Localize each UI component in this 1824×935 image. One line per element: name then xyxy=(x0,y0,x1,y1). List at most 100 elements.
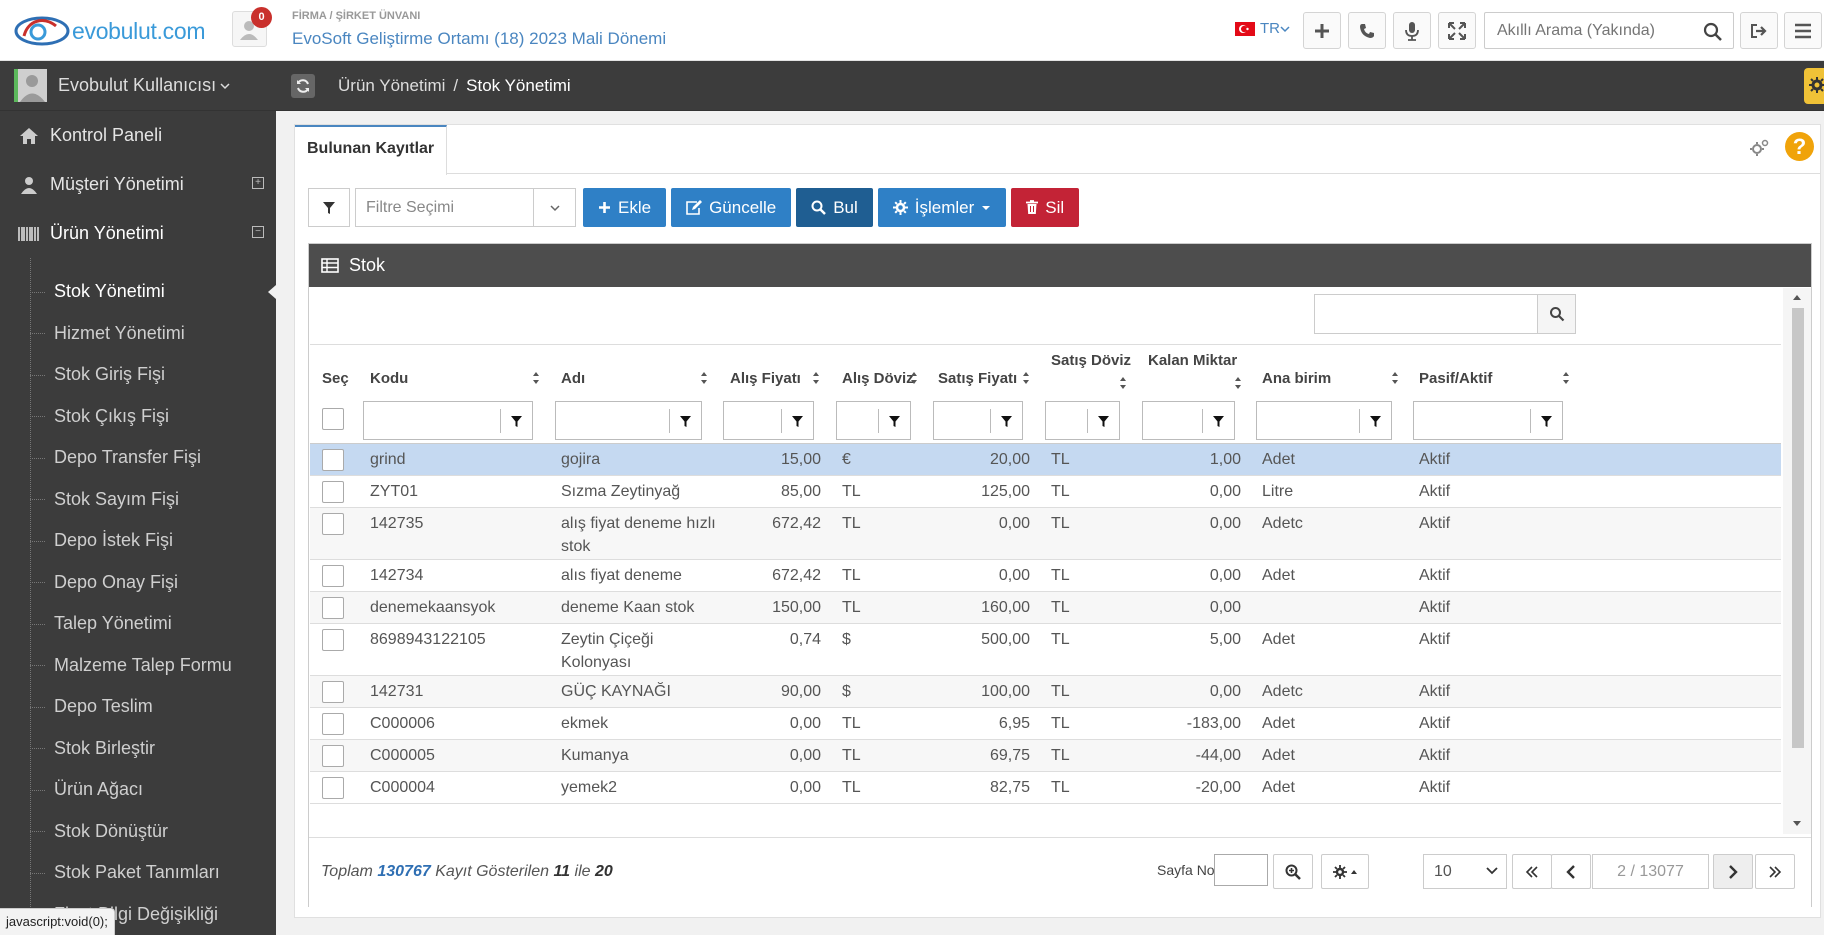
filter-button[interactable] xyxy=(308,188,350,227)
submenu-item-service-management[interactable]: Hizmet Yönetimi xyxy=(0,313,276,355)
refresh-button[interactable] xyxy=(291,74,315,98)
column-header-status[interactable]: Pasif/Aktif xyxy=(1419,370,1492,388)
vertical-scrollbar[interactable] xyxy=(1783,288,1811,834)
settings-tab[interactable] xyxy=(1804,68,1824,104)
submenu-item-stock-convert[interactable]: Stok Dönüştür xyxy=(0,811,276,853)
column-header-sell-currency[interactable]: Satış Döviz xyxy=(1051,352,1131,370)
table-row[interactable]: C000005 Kumanya 0,00 TL 69,75 TL -44,00 … xyxy=(310,740,1781,772)
filter-icon[interactable] xyxy=(878,409,910,433)
previous-page-button[interactable] xyxy=(1551,854,1591,889)
table-row[interactable]: 142735 alış fiyat deneme hızlı stok 672,… xyxy=(310,508,1781,560)
phone-button[interactable] xyxy=(1348,12,1386,49)
tab-found-records[interactable]: Bulunan Kayıtlar xyxy=(295,125,448,175)
column-header-buy-price[interactable]: Alış Fiyatı xyxy=(730,370,801,388)
submenu-item-material-request[interactable]: Malzeme Talep Formu xyxy=(0,645,276,687)
filter-buy-currency-input[interactable] xyxy=(836,401,911,440)
submenu-item-warehouse-request[interactable]: Depo İstek Fişi xyxy=(0,520,276,562)
column-header-sell-price[interactable]: Satış Fiyatı xyxy=(938,370,1017,388)
filter-select[interactable]: Filtre Seçimi xyxy=(355,188,576,227)
grid-search-button[interactable] xyxy=(1537,295,1575,333)
submenu-item-warehouse-transfer[interactable]: Depo Transfer Fişi xyxy=(0,437,276,479)
submenu-item-stock-exit[interactable]: Stok Çıkış Fişi xyxy=(0,396,276,438)
table-row[interactable]: grind gojira 15,00 € 20,00 TL 1,00 Adet … xyxy=(310,444,1781,476)
grid-settings-button[interactable] xyxy=(1321,854,1369,889)
row-checkbox[interactable] xyxy=(322,481,344,503)
table-row[interactable]: ZYT01 Sızma Zeytinyağ 85,00 TL 125,00 TL… xyxy=(310,476,1781,508)
column-header-unit[interactable]: Ana birim xyxy=(1262,370,1331,388)
scroll-down-icon[interactable] xyxy=(1792,820,1802,828)
table-row[interactable]: C000006 ekmek 0,00 TL 6,95 TL -183,00 Ad… xyxy=(310,708,1781,740)
filter-icon[interactable] xyxy=(1087,409,1119,433)
filter-sell-currency-input[interactable] xyxy=(1045,401,1120,440)
collapse-icon[interactable]: − xyxy=(252,226,264,238)
filter-icon[interactable] xyxy=(669,409,701,433)
microphone-button[interactable] xyxy=(1393,12,1431,49)
menu-item-customers[interactable]: Müşteri Yönetimi + xyxy=(0,160,276,209)
row-checkbox[interactable] xyxy=(322,449,344,471)
search-icon[interactable] xyxy=(1703,22,1723,42)
smart-search-input[interactable] xyxy=(1497,22,1697,40)
smart-search[interactable] xyxy=(1484,12,1734,49)
row-checkbox[interactable] xyxy=(322,777,344,799)
column-header-code[interactable]: Kodu xyxy=(370,370,408,388)
logo[interactable]: evobulut.com xyxy=(14,14,206,48)
column-header-remaining[interactable]: Kalan Miktar xyxy=(1148,352,1237,370)
submenu-item-product-tree[interactable]: Ürün Ağacı xyxy=(0,769,276,811)
submenu-item-stock-entry[interactable]: Stok Giriş Fişi xyxy=(0,354,276,396)
menu-item-dashboard[interactable]: Kontrol Paneli xyxy=(0,111,276,160)
scroll-up-icon[interactable] xyxy=(1792,293,1802,301)
add-shortcut-button[interactable] xyxy=(1303,12,1341,49)
delete-button[interactable]: Sil xyxy=(1011,188,1080,227)
next-page-button[interactable] xyxy=(1713,854,1753,889)
filter-icon[interactable] xyxy=(1359,409,1391,433)
table-row[interactable]: 142734 alıs fiyat deneme 672,42 TL 0,00 … xyxy=(310,560,1781,592)
filter-buy-price-input[interactable] xyxy=(723,401,814,440)
filter-icon[interactable] xyxy=(990,409,1022,433)
language-selector[interactable]: TR xyxy=(1235,20,1290,37)
filter-status-input[interactable] xyxy=(1413,401,1563,440)
column-header-buy-currency[interactable]: Alış Döviz xyxy=(842,370,914,388)
row-checkbox[interactable] xyxy=(322,745,344,767)
menu-item-products[interactable]: Ürün Yönetimi − xyxy=(0,209,276,258)
filter-code-input[interactable] xyxy=(363,401,533,440)
column-header-name[interactable]: Adı xyxy=(561,370,585,388)
sort-icon[interactable] xyxy=(812,371,820,385)
logout-button[interactable] xyxy=(1740,12,1778,49)
row-checkbox[interactable] xyxy=(322,597,344,619)
add-button[interactable]: Ekle xyxy=(583,188,667,227)
user-menu[interactable]: Evobulut Kullanıcısı xyxy=(0,61,276,111)
company-name[interactable]: EvoSoft Geliştirme Ortamı (18) 2023 Mali… xyxy=(292,29,666,49)
sort-icon[interactable] xyxy=(700,371,708,385)
sort-icon[interactable] xyxy=(1234,376,1242,390)
sort-icon[interactable] xyxy=(910,371,918,385)
row-checkbox[interactable] xyxy=(322,713,344,735)
menu-button[interactable] xyxy=(1784,12,1822,49)
filter-sell-price-input[interactable] xyxy=(933,401,1023,440)
filter-name-input[interactable] xyxy=(555,401,702,440)
grid-search[interactable] xyxy=(1314,294,1576,334)
breadcrumb-parent[interactable]: Ürün Yönetimi xyxy=(338,76,445,95)
filter-icon[interactable] xyxy=(1530,409,1562,433)
update-button[interactable]: Güncelle xyxy=(671,188,792,227)
filter-icon[interactable] xyxy=(500,409,532,433)
table-row[interactable]: C000004 yemek2 0,00 TL 82,75 TL -20,00 A… xyxy=(310,772,1781,804)
submenu-item-warehouse-delivery[interactable]: Depo Teslim xyxy=(0,686,276,728)
scrollbar-thumb[interactable] xyxy=(1792,308,1804,748)
table-row[interactable]: 8698943122105 Zeytin Çiçeği Kolonyası 0,… xyxy=(310,624,1781,676)
find-button[interactable]: Bul xyxy=(796,188,873,227)
sort-icon[interactable] xyxy=(532,371,540,385)
filter-remaining-input[interactable] xyxy=(1142,401,1235,440)
submenu-item-stock-management[interactable]: Stok Yönetimi xyxy=(0,271,276,313)
page-size-select[interactable]: 10 xyxy=(1423,854,1507,889)
help-icon[interactable]: ? xyxy=(1785,132,1814,161)
go-to-page-button[interactable] xyxy=(1273,854,1313,889)
sort-icon[interactable] xyxy=(1022,371,1030,385)
page-number-input[interactable] xyxy=(1214,854,1268,886)
row-checkbox[interactable] xyxy=(322,513,344,535)
submenu-item-demand-management[interactable]: Talep Yönetimi xyxy=(0,603,276,645)
submenu-item-stock-count[interactable]: Stok Sayım Fişi xyxy=(0,479,276,521)
table-row[interactable]: 142731 GÜÇ KAYNAĞI 90,00 $ 100,00 TL 0,0… xyxy=(310,676,1781,708)
first-page-button[interactable] xyxy=(1512,854,1552,889)
sort-icon[interactable] xyxy=(1562,371,1570,385)
sort-icon[interactable] xyxy=(1391,371,1399,385)
